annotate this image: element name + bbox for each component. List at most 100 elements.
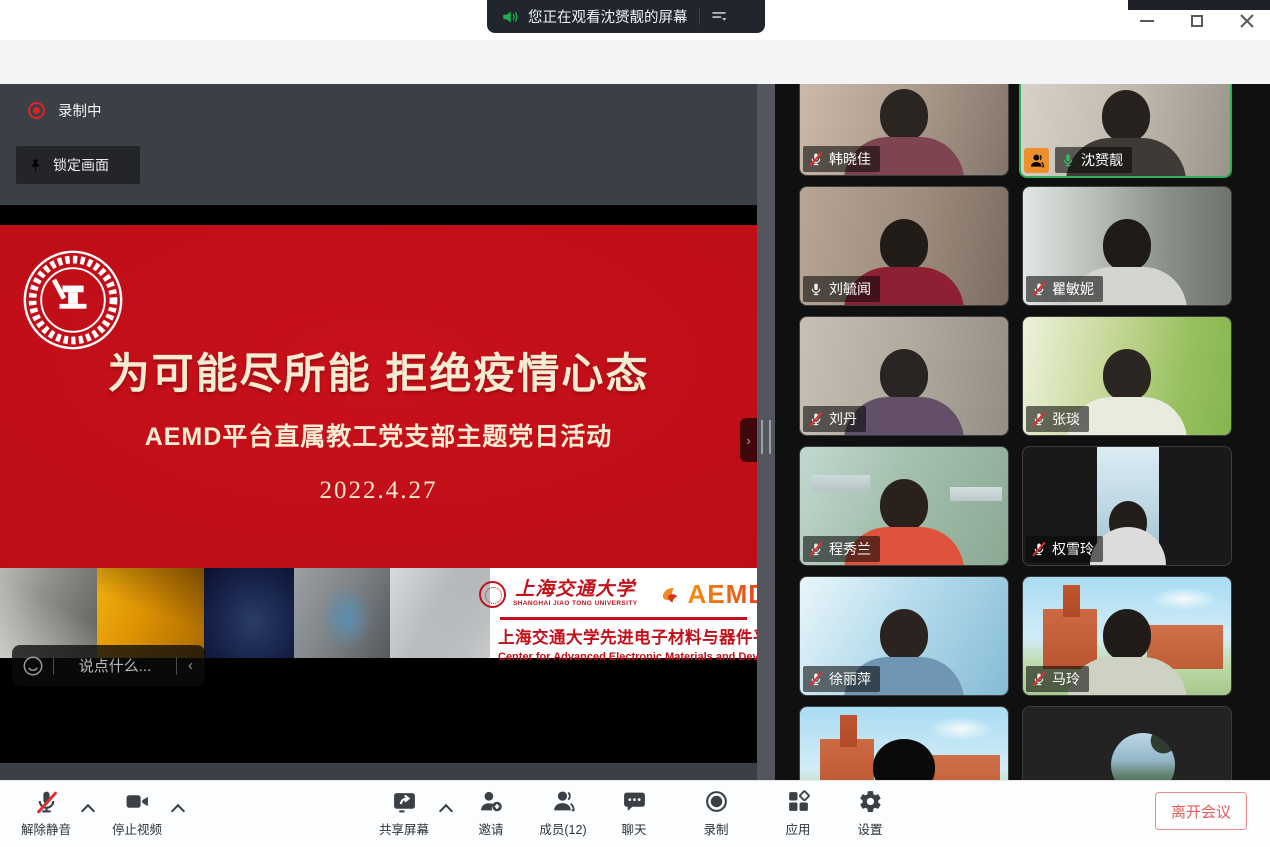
watching-banner-text: 您正在观看沈赟靓的屏幕 <box>528 6 688 27</box>
participant-name: 张琰 <box>1052 409 1080 429</box>
window-controls <box>1134 10 1260 32</box>
participant-name-chip: 刘丹 <box>803 406 866 432</box>
apps-button[interactable]: 应用 <box>758 789 838 838</box>
mic-muted-icon <box>1032 541 1046 557</box>
lock-view-label: 锁定画面 <box>53 155 109 175</box>
collapse-chat-icon[interactable]: ‹ <box>186 657 195 674</box>
chat-input[interactable]: 说点什么... <box>63 655 167 676</box>
participant-tile[interactable]: 程秀兰 <box>799 446 1009 566</box>
participant-tile-active-speaker[interactable]: 沈赟靓 <box>1019 84 1232 178</box>
sidebar-expand-tab[interactable]: › <box>740 418 757 462</box>
participant-name-chip: 刘毓闻 <box>803 276 880 302</box>
mic-muted-icon <box>809 541 823 557</box>
record-icon <box>704 789 729 814</box>
emoji-icon[interactable] <box>22 655 44 677</box>
mic-muted-icon <box>1032 281 1046 297</box>
minimize-button[interactable] <box>1134 10 1160 32</box>
participant-video <box>1097 447 1159 565</box>
banner-menu-icon[interactable] <box>709 8 729 26</box>
settings-label: 设置 <box>857 819 882 838</box>
mic-muted-icon <box>1032 411 1046 427</box>
video-options-chevron[interactable] <box>172 803 184 815</box>
record-button[interactable]: 录制 <box>676 789 756 838</box>
mic-muted-icon <box>1032 671 1046 687</box>
unmute-label: 解除静音 <box>21 819 71 838</box>
members-label: 成员(12) <box>539 819 586 838</box>
mic-muted-icon <box>34 789 59 814</box>
participant-tile[interactable]: 权雪玲 <box>1022 446 1232 566</box>
platform-name-en: Center for Advanced Electronic Materials… <box>498 651 749 663</box>
watching-banner: 您正在观看沈赟靓的屏幕 <box>487 0 765 33</box>
mic-active-icon <box>1061 152 1075 168</box>
university-name-cn: 上海交通大学 <box>515 580 635 599</box>
participant-tile[interactable]: 瞿敏妮 <box>1022 186 1232 306</box>
chat-label: 聊天 <box>621 819 646 838</box>
participant-tile[interactable] <box>799 706 1009 780</box>
meeting-controls-bar: 解除静音 停止视频 共享屏幕 邀请 成员(12) 聊天 录制 <box>0 780 1270 847</box>
title-bar: 您正在观看沈赟靓的屏幕 <box>0 0 1270 40</box>
recording-label: 录制中 <box>58 100 102 121</box>
sjtu-seal-logo <box>20 247 126 353</box>
participant-tile[interactable] <box>1022 706 1232 780</box>
participant-tile[interactable]: 韩晓佳 <box>799 84 1009 176</box>
recording-dot-icon <box>28 102 45 119</box>
stop-video-button[interactable]: 停止视频 <box>97 789 177 838</box>
participant-tile[interactable]: 马玲 <box>1022 576 1232 696</box>
camera-icon <box>125 789 150 814</box>
participant-name-chip: 沈赟靓 <box>1055 147 1132 173</box>
invite-label: 邀请 <box>478 819 503 838</box>
participant-tile[interactable]: 刘丹 <box>799 316 1009 436</box>
speaker-icon <box>501 8 519 26</box>
meeting-toolbar: 01:45:33 演讲者视图 <box>0 40 1270 84</box>
settings-button[interactable]: 设置 <box>830 789 910 838</box>
mic-muted-icon <box>809 671 823 687</box>
participant-avatar <box>1111 733 1175 780</box>
share-screen-icon <box>392 789 417 814</box>
share-screen-button[interactable]: 共享屏幕 <box>364 789 444 838</box>
participant-name: 程秀兰 <box>829 539 871 559</box>
footer-red-line <box>500 617 747 620</box>
participant-name: 韩晓佳 <box>829 149 871 169</box>
lab-photo-technician <box>294 568 390 658</box>
slide-subtitle: AEMD平台直属教工党支部主题党日活动 <box>0 417 757 453</box>
record-label: 录制 <box>703 819 728 838</box>
mic-options-chevron[interactable] <box>82 803 94 815</box>
chat-icon <box>622 789 647 814</box>
participant-name: 刘毓闻 <box>829 279 871 299</box>
participants-video-panel: 韩晓佳 沈赟靓 刘毓闻 瞿敏妮 <box>775 84 1270 780</box>
apps-icon <box>786 789 811 814</box>
meeting-app-window: 您正在观看沈赟靓的屏幕 01:45:33 演讲者视图 <box>0 0 1270 847</box>
presentation-slide: 为可能尽所能 拒绝疫情心态 AEMD平台直属教工党支部主题党日活动 2022.4… <box>0 225 757 568</box>
unmute-button[interactable]: 解除静音 <box>6 789 86 838</box>
slide-date: 2022.4.27 <box>0 477 757 505</box>
chat-divider <box>53 657 54 675</box>
participant-tile[interactable]: 刘毓闻 <box>799 186 1009 306</box>
participant-tile[interactable]: 徐丽萍 <box>799 576 1009 696</box>
share-screen-label: 共享屏幕 <box>379 819 429 838</box>
participant-name-chip: 马玲 <box>1026 666 1089 692</box>
gear-icon <box>858 789 883 814</box>
mic-muted-icon <box>809 151 823 167</box>
invite-button[interactable]: 邀请 <box>451 789 531 838</box>
close-button[interactable] <box>1234 10 1260 32</box>
lock-view-button[interactable]: 锁定画面 <box>16 146 140 184</box>
participant-name: 沈赟靓 <box>1081 150 1123 170</box>
participant-name: 瞿敏妮 <box>1052 279 1094 299</box>
participant-name: 徐丽萍 <box>829 669 871 689</box>
university-name-en: SHANGHAI JIAO TONG UNIVERSITY <box>513 601 638 608</box>
lab-photo-equipment <box>390 568 490 658</box>
participant-name: 刘丹 <box>829 409 857 429</box>
pin-icon <box>28 157 43 174</box>
mic-on-icon <box>809 281 823 297</box>
slide-title: 为可能尽所能 拒绝疫情心态 <box>0 340 757 401</box>
participant-name-chip: 韩晓佳 <box>803 146 880 172</box>
participant-tile[interactable]: 张琰 <box>1022 316 1232 436</box>
recording-indicator: 录制中 <box>28 100 102 121</box>
panel-resize-divider[interactable] <box>757 84 775 780</box>
participant-name-chip: 张琰 <box>1026 406 1089 432</box>
leave-meeting-button[interactable]: 离开会议 <box>1155 792 1247 830</box>
maximize-button[interactable] <box>1184 10 1210 32</box>
sjtu-mini-seal-icon <box>479 581 506 608</box>
members-button[interactable]: 成员(12) <box>523 789 603 838</box>
chat-button[interactable]: 聊天 <box>594 789 674 838</box>
